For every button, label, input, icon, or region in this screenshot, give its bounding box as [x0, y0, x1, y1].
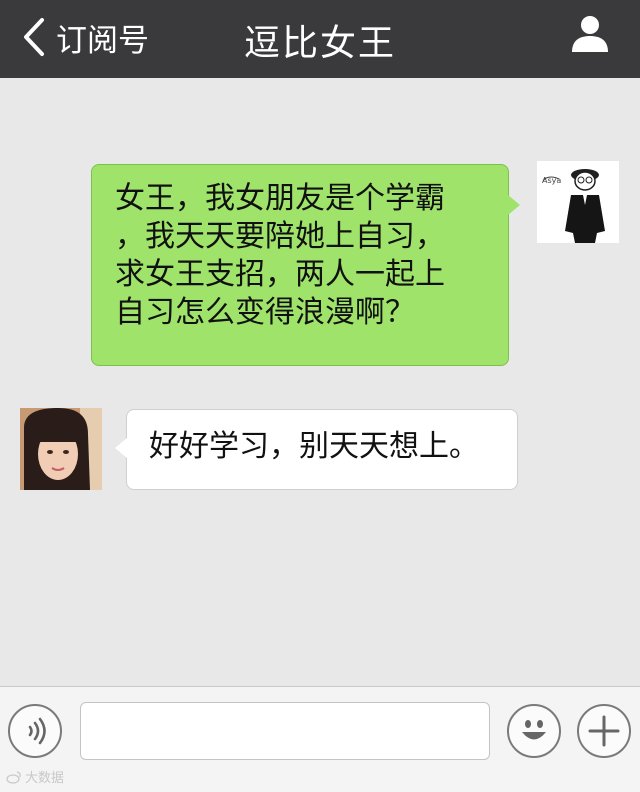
plus-button[interactable]	[577, 704, 631, 758]
incoming-message-bubble[interactable]: 好好学习，别天天想上。	[115, 409, 518, 490]
input-toolbar	[0, 686, 640, 792]
voice-button[interactable]	[8, 704, 62, 758]
voice-icon	[28, 717, 46, 745]
profile-icon[interactable]	[570, 14, 610, 54]
chevron-left-icon	[24, 18, 44, 56]
back-label: 订阅号	[56, 22, 149, 59]
plus-icon	[588, 715, 620, 747]
cartoon-figure-icon: Asya	[537, 161, 619, 243]
queen-avatar[interactable]	[20, 408, 102, 490]
message-line: 自习怎么变得浪漫啊？	[115, 295, 415, 330]
message-input[interactable]	[80, 702, 490, 760]
back-button[interactable]: 订阅号	[18, 14, 149, 60]
message-line: 求女王支招，两人一起上	[115, 257, 445, 292]
emoji-button[interactable]	[507, 704, 561, 758]
top-navigation-bar: 订阅号 逗比女王	[0, 0, 640, 78]
message-line: 女王，我女朋友是个学霸	[115, 181, 445, 216]
chat-area: Asya 女王，我女朋友是个学霸 ，我天天要陪她上自习， 求女王支招，两人一起上…	[0, 78, 640, 686]
message-line: 好好学习，别天天想上。	[149, 429, 479, 464]
message-line: ，我天天要陪她上自习，	[115, 219, 445, 254]
svg-text:Asya: Asya	[542, 176, 561, 185]
bubble-tail	[508, 195, 520, 215]
user-avatar[interactable]: Asya	[537, 161, 619, 243]
girl-portrait-icon	[20, 408, 102, 490]
emoji-icon	[522, 720, 546, 740]
bubble-tail	[115, 438, 127, 458]
outgoing-message-bubble[interactable]: 女王，我女朋友是个学霸 ，我天天要陪她上自习， 求女王支招，两人一起上 自习怎么…	[91, 164, 520, 366]
